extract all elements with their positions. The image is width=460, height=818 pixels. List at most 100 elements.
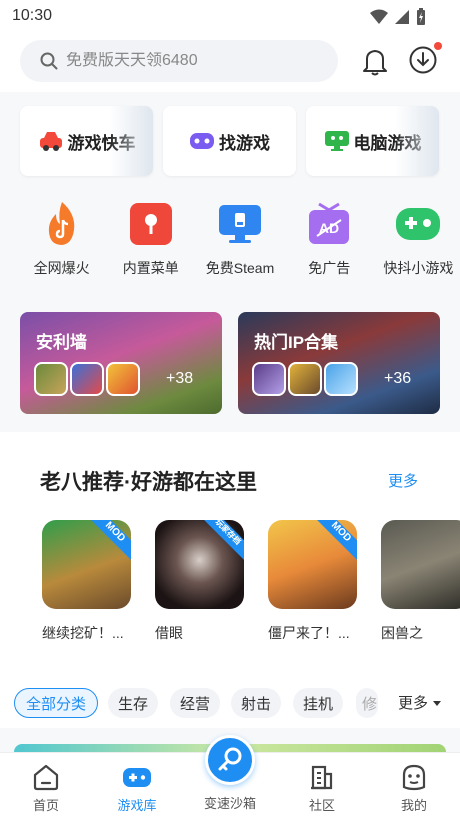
main-content: 游戏快车 找游戏 电脑游戏 全网爆火 内置菜单 免费Steam 免广告 快抖小游… [0,92,460,752]
feature-label: 快抖小游戏 [383,260,454,276]
game-avatar [288,362,322,396]
profile-face-icon [402,764,426,791]
recommend-section: 老八推荐·好游都在这里 更多 MOD 继续挖矿！... 玩家存档 借眼 MOD … [0,432,460,702]
game-item[interactable]: MOD 继续挖矿！... [42,520,131,643]
feature-label: 内置菜单 [122,260,179,276]
feature-steam[interactable]: 免费Steam [198,200,281,278]
notification-button[interactable] [360,46,390,81]
top-cards: 游戏快车 找游戏 电脑游戏 [20,106,439,176]
feature-label: 免广告 [308,260,351,276]
collection-title: 热门IP合集 [254,333,339,352]
game-cover: 玩家存档 [155,520,244,609]
find-game-label: 找游戏 [219,133,270,153]
collection-avatars [34,362,140,396]
gamepad-icon [190,133,214,149]
game-name: 困兽之 [381,625,423,641]
feature-hot[interactable]: 全网爆火 [20,200,103,278]
bell-icon [363,50,387,76]
mod-badge: MOD [310,520,357,563]
game-name: 继续挖矿！... [42,625,124,641]
status-bar: 10:30 [0,0,460,34]
game-speed-card[interactable]: 游戏快车 [20,106,153,176]
tab-speed-sandbox[interactable]: 变速沙箱 [195,791,265,812]
tab-label: 变速沙箱 [203,796,256,811]
game-item[interactable]: 困兽之 [381,520,460,643]
key-search-icon [218,747,242,771]
recommend-games: MOD 继续挖矿！... 玩家存档 借眼 MOD 僵尸来了！... 困兽之 [42,520,460,643]
building-icon [311,765,333,790]
category-bar: 全部分类 生存 经营 射击 挂机 修 更多 [0,688,460,728]
speed-sandbox-button[interactable] [205,735,255,785]
collection-more-count: +36 [384,370,412,387]
download-icon [409,46,437,74]
game-cover [381,520,460,609]
category-survival[interactable]: 生存 [108,688,158,718]
fire-tiktok-icon [38,200,86,248]
tab-profile[interactable]: 我的 [379,763,449,814]
game-item[interactable]: MOD 僵尸来了！... [268,520,357,643]
status-icons [370,8,426,26]
tab-label: 游戏库 [117,798,157,813]
category-shooter[interactable]: 射击 [231,688,281,718]
recommend-title: 老八推荐·好游都在这里 [40,471,257,494]
game-avatar [324,362,358,396]
search-bar[interactable] [20,40,338,82]
category-partial[interactable]: 修 [356,688,378,718]
game-avatar [70,362,104,396]
notification-dot [434,42,442,50]
caret-down-icon [433,701,442,706]
collection-card-ip[interactable]: 热门IP合集 +36 [238,312,440,414]
feature-menu[interactable]: 内置菜单 [109,200,192,278]
category-more-label: 更多 [398,695,429,712]
collection-title: 安利墙 [36,333,87,352]
game-avatar [252,362,286,396]
signal-icon [395,10,409,24]
pc-game-card[interactable]: 电脑游戏 [306,106,439,176]
collection-card-recommend[interactable]: 安利墙 +38 [20,312,222,414]
category-more-button[interactable]: 更多 [398,692,442,713]
card-art [395,106,439,176]
game-item[interactable]: 玩家存档 借眼 [155,520,244,643]
search-icon [40,52,58,70]
save-badge: 玩家存档 [197,520,244,563]
tab-label: 社区 [308,798,335,813]
collection-more-count: +38 [166,370,194,387]
feature-row: 全网爆火 内置菜单 免费Steam AD 免广告 快抖小游戏 [0,200,460,278]
header [0,34,460,92]
status-time: 10:30 [12,7,53,24]
game-name: 借眼 [155,625,183,641]
monitor-icon [216,200,264,248]
tab-label: 我的 [400,798,427,813]
find-game-card[interactable]: 找游戏 [163,106,296,176]
category-idle[interactable]: 挂机 [293,688,343,718]
search-input[interactable] [66,52,306,70]
collection-avatars [252,362,358,396]
feature-label: 全网爆火 [33,260,90,276]
tab-community[interactable]: 社区 [287,763,357,814]
feature-adfree[interactable]: AD 免广告 [288,200,371,278]
feature-minigame[interactable]: 快抖小游戏 [377,200,460,278]
game-avatar [34,362,68,396]
mod-badge: MOD [84,520,131,563]
game-avatar [106,362,140,396]
menu-pin-icon [127,200,175,248]
gamepad-icon [123,768,151,787]
recommend-more-link[interactable]: 更多 [388,470,418,491]
tab-game-library[interactable]: 游戏库 [102,763,172,814]
tab-label: 首页 [32,798,59,813]
battery-icon [417,8,425,25]
category-all[interactable]: 全部分类 [14,688,98,718]
mini-game-icon [394,200,442,248]
car-icon [39,132,62,151]
ad-free-icon: AD [305,200,353,248]
category-management[interactable]: 经营 [170,688,220,718]
card-art [109,106,153,176]
game-name: 僵尸来了！... [268,625,350,641]
wifi-icon [370,9,388,24]
download-button[interactable] [408,42,442,80]
game-cover: MOD [42,520,131,609]
home-icon [33,764,59,791]
feature-label: 免费Steam [205,260,275,276]
monitor-game-icon [324,131,349,151]
tab-home[interactable]: 首页 [11,763,81,814]
